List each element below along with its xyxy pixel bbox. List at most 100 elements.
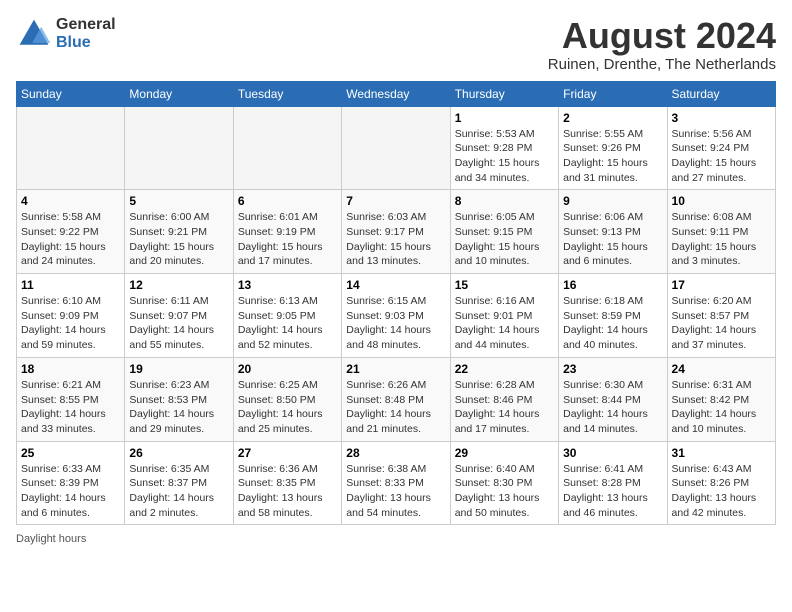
calendar-cell: 6Sunrise: 6:01 AMSunset: 9:19 PMDaylight… [233, 190, 341, 274]
calendar-cell: 19 Sunrise: 6:23 AMSunset: 8:53 PMDayligh… [125, 357, 233, 441]
calendar-cell: 8 Sunrise: 6:05 AMSunset: 9:15 PMDaylight… [450, 190, 558, 274]
month-year: August 2024 [548, 16, 776, 56]
day-number: 15 [455, 278, 554, 292]
calendar-cell: 4 Sunrise: 5:58 AMSunset: 9:22 PMDaylight… [17, 190, 125, 274]
day-number: 24 [672, 362, 771, 376]
day-info: Sunrise: 6:16 AMSunset: 9:01 PMDaylight:… [455, 294, 554, 353]
day-info: Sunrise: 6:11 AMSunset: 9:07 PMDaylight:… [129, 294, 228, 353]
calendar-cell: 7 Sunrise: 6:03 AMSunset: 9:17 PMDaylight… [342, 190, 450, 274]
day-number: 14 [346, 278, 445, 292]
calendar-cell: 20 Sunrise: 6:25 AMSunset: 8:50 PMDayligh… [233, 357, 341, 441]
calendar-cell [125, 106, 233, 190]
calendar-cell [17, 106, 125, 190]
calendar-cell: 17Sunrise: 6:20 AMSunset: 8:57 PMDayligh… [667, 274, 775, 358]
day-number: 16 [563, 278, 662, 292]
day-number: 20 [238, 362, 337, 376]
calendar-cell: 27Sunrise: 6:36 AMSunset: 8:35 PMDayligh… [233, 441, 341, 525]
calendar-cell: 21Sunrise: 6:26 AMSunset: 8:48 PMDayligh… [342, 357, 450, 441]
day-number: 29 [455, 446, 554, 460]
calendar-cell: 1 Sunrise: 5:53 AMSunset: 9:28 PMDaylight… [450, 106, 558, 190]
day-info: Sunrise: 6:03 AMSunset: 9:17 PMDaylight:… [346, 210, 445, 269]
day-info: Sunrise: 5:58 AMSunset: 9:22 PMDaylight:… [21, 210, 120, 269]
day-info: Sunrise: 6:31 AMSunset: 8:42 PMDaylight:… [672, 378, 771, 437]
logo: General Blue [16, 16, 116, 52]
calendar-cell: 10Sunrise: 6:08 AMSunset: 9:11 PMDayligh… [667, 190, 775, 274]
day-info: Sunrise: 6:38 AMSunset: 8:33 PMDaylight:… [346, 462, 445, 521]
day-number: 9 [563, 194, 662, 208]
day-info: Sunrise: 5:53 AMSunset: 9:28 PMDaylight:… [455, 127, 554, 186]
day-info: Sunrise: 6:35 AMSunset: 8:37 PMDaylight:… [129, 462, 228, 521]
day-info: Sunrise: 6:43 AMSunset: 8:26 PMDaylight:… [672, 462, 771, 521]
calendar-cell: 30 Sunrise: 6:41 AMSunset: 8:28 PMDayligh… [559, 441, 667, 525]
calendar-cell: 18Sunrise: 6:21 AMSunset: 8:55 PMDayligh… [17, 357, 125, 441]
calendar-cell: 28 Sunrise: 6:38 AMSunset: 8:33 PMDayligh… [342, 441, 450, 525]
logo-blue: Blue [56, 34, 116, 52]
calendar-cell: 3 Sunrise: 5:56 AMSunset: 9:24 PMDaylight… [667, 106, 775, 190]
weekday-friday: Friday [559, 81, 667, 106]
day-info: Sunrise: 6:01 AMSunset: 9:19 PMDaylight:… [238, 210, 337, 269]
day-number: 8 [455, 194, 554, 208]
calendar-week-2: 4 Sunrise: 5:58 AMSunset: 9:22 PMDaylight… [17, 190, 776, 274]
day-number: 10 [672, 194, 771, 208]
day-number: 22 [455, 362, 554, 376]
day-number: 11 [21, 278, 120, 292]
day-number: 1 [455, 111, 554, 125]
calendar-week-3: 11Sunrise: 6:10 AMSunset: 9:09 PMDayligh… [17, 274, 776, 358]
calendar-cell: 25Sunrise: 6:33 AMSunset: 8:39 PMDayligh… [17, 441, 125, 525]
calendar-cell: 22 Sunrise: 6:28 AMSunset: 8:46 PMDayligh… [450, 357, 558, 441]
calendar-cell: 2Sunrise: 5:55 AMSunset: 9:26 PMDaylight… [559, 106, 667, 190]
calendar-cell [342, 106, 450, 190]
day-number: 31 [672, 446, 771, 460]
day-info: Sunrise: 5:55 AMSunset: 9:26 PMDaylight:… [563, 127, 662, 186]
day-info: Sunrise: 6:06 AMSunset: 9:13 PMDaylight:… [563, 210, 662, 269]
day-number: 7 [346, 194, 445, 208]
day-info: Sunrise: 6:13 AMSunset: 9:05 PMDaylight:… [238, 294, 337, 353]
day-number: 5 [129, 194, 228, 208]
calendar-cell: 11Sunrise: 6:10 AMSunset: 9:09 PMDayligh… [17, 274, 125, 358]
day-number: 12 [129, 278, 228, 292]
day-info: Sunrise: 6:15 AMSunset: 9:03 PMDaylight:… [346, 294, 445, 353]
calendar-cell: 24 Sunrise: 6:31 AMSunset: 8:42 PMDayligh… [667, 357, 775, 441]
weekday-tuesday: Tuesday [233, 81, 341, 106]
page-header: General Blue August 2024 Ruinen, Drenthe… [16, 16, 776, 73]
calendar-cell: 23Sunrise: 6:30 AMSunset: 8:44 PMDayligh… [559, 357, 667, 441]
calendar-table: SundayMondayTuesdayWednesdayThursdayFrid… [16, 81, 776, 526]
day-info: Sunrise: 6:05 AMSunset: 9:15 PMDaylight:… [455, 210, 554, 269]
day-number: 26 [129, 446, 228, 460]
weekday-thursday: Thursday [450, 81, 558, 106]
day-info: Sunrise: 6:18 AMSunset: 8:59 PMDaylight:… [563, 294, 662, 353]
calendar-week-1: 1 Sunrise: 5:53 AMSunset: 9:28 PMDaylight… [17, 106, 776, 190]
day-info: Sunrise: 6:28 AMSunset: 8:46 PMDaylight:… [455, 378, 554, 437]
calendar-cell: 12 Sunrise: 6:11 AMSunset: 9:07 PMDayligh… [125, 274, 233, 358]
day-info: Sunrise: 6:40 AMSunset: 8:30 PMDaylight:… [455, 462, 554, 521]
calendar-cell: 26 Sunrise: 6:35 AMSunset: 8:37 PMDayligh… [125, 441, 233, 525]
calendar-cell: 16 Sunrise: 6:18 AMSunset: 8:59 PMDayligh… [559, 274, 667, 358]
calendar-cell: 13Sunrise: 6:13 AMSunset: 9:05 PMDayligh… [233, 274, 341, 358]
day-number: 28 [346, 446, 445, 460]
day-info: Sunrise: 6:41 AMSunset: 8:28 PMDaylight:… [563, 462, 662, 521]
day-number: 27 [238, 446, 337, 460]
day-number: 30 [563, 446, 662, 460]
day-info: Sunrise: 6:00 AMSunset: 9:21 PMDaylight:… [129, 210, 228, 269]
day-number: 17 [672, 278, 771, 292]
logo-icon [16, 16, 52, 52]
day-info: Sunrise: 5:56 AMSunset: 9:24 PMDaylight:… [672, 127, 771, 186]
calendar-cell: 14 Sunrise: 6:15 AMSunset: 9:03 PMDayligh… [342, 274, 450, 358]
calendar-cell: 9 Sunrise: 6:06 AMSunset: 9:13 PMDaylight… [559, 190, 667, 274]
day-info: Sunrise: 6:23 AMSunset: 8:53 PMDaylight:… [129, 378, 228, 437]
calendar-cell: 31 Sunrise: 6:43 AMSunset: 8:26 PMDayligh… [667, 441, 775, 525]
location: Ruinen, Drenthe, The Netherlands [548, 56, 776, 73]
weekday-saturday: Saturday [667, 81, 775, 106]
calendar-week-4: 18Sunrise: 6:21 AMSunset: 8:55 PMDayligh… [17, 357, 776, 441]
title-block: August 2024 Ruinen, Drenthe, The Netherl… [548, 16, 776, 73]
day-number: 3 [672, 111, 771, 125]
day-number: 4 [21, 194, 120, 208]
day-info: Sunrise: 6:25 AMSunset: 8:50 PMDaylight:… [238, 378, 337, 437]
calendar-cell: 5 Sunrise: 6:00 AMSunset: 9:21 PMDaylight… [125, 190, 233, 274]
day-number: 19 [129, 362, 228, 376]
day-number: 25 [21, 446, 120, 460]
day-info: Sunrise: 6:26 AMSunset: 8:48 PMDaylight:… [346, 378, 445, 437]
calendar-cell [233, 106, 341, 190]
weekday-header-row: SundayMondayTuesdayWednesdayThursdayFrid… [17, 81, 776, 106]
daylight-label: Daylight hours [16, 533, 86, 545]
